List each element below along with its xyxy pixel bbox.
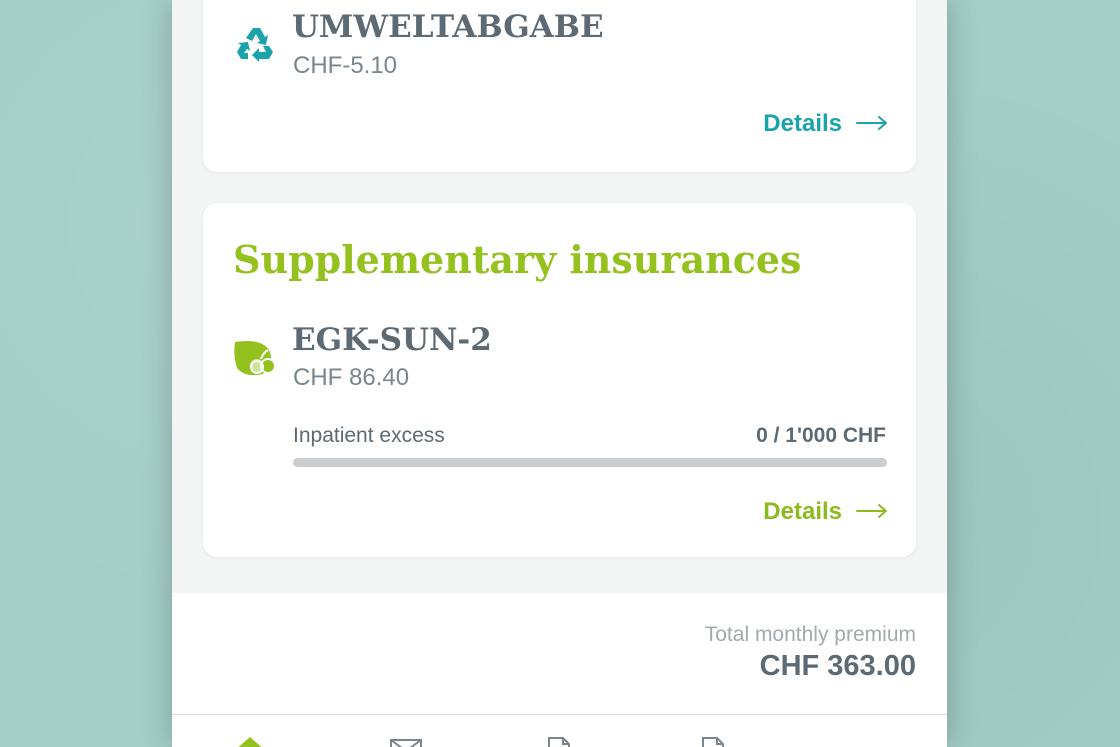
section-title: Supplementary insurances: [233, 237, 802, 282]
mail-icon[interactable]: [386, 733, 426, 747]
item-name: EGK-SUN-2: [292, 322, 492, 358]
leaf-fruit-icon: [233, 336, 277, 380]
arrow-right-icon: [856, 110, 888, 138]
excess-label: Inpatient excess: [293, 424, 445, 447]
supplementary-insurances-card: Supplementary insurances EGK-SUN-2 CHF 8…: [203, 203, 916, 557]
details-label: Details: [763, 498, 842, 525]
excess-value: 0 / 1'000 CHF: [756, 424, 886, 447]
app-screen: UMWELTABGABE CHF-5.10 Details Supplement…: [172, 0, 947, 747]
excess-progress-bar: [293, 458, 887, 467]
invoice-icon[interactable]: [693, 733, 733, 747]
arrow-right-icon: [856, 498, 888, 526]
item-name: UMWELTABGABE: [292, 9, 604, 45]
details-link[interactable]: Details: [763, 110, 888, 138]
details-label: Details: [763, 110, 842, 137]
document-icon[interactable]: [539, 733, 579, 747]
basic-insurance-card: UMWELTABGABE CHF-5.10 Details: [203, 0, 916, 172]
item-price: CHF 86.40: [293, 364, 410, 391]
home-icon[interactable]: [230, 733, 270, 747]
recycle-icon: [233, 22, 277, 66]
item-price: CHF-5.10: [293, 52, 398, 79]
bottom-nav: [172, 714, 947, 747]
total-value: CHF 363.00: [759, 650, 916, 682]
total-label: Total monthly premium: [704, 623, 916, 646]
total-premium-bar: Total monthly premium CHF 363.00: [172, 593, 947, 714]
details-link[interactable]: Details: [763, 498, 888, 526]
